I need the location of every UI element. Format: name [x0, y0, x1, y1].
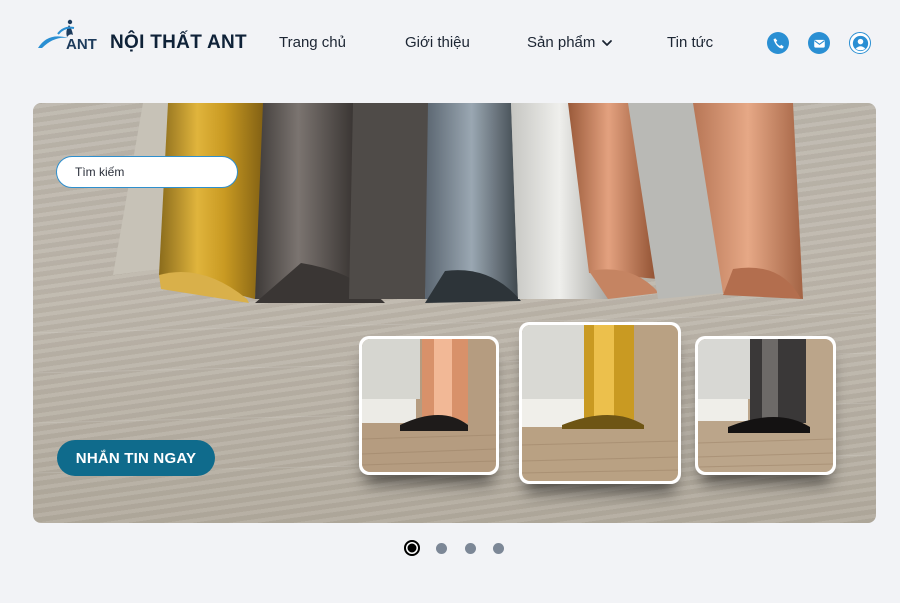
nav-products-label: Sản phẩm — [527, 34, 596, 51]
nav-about[interactable]: Giới thiệu — [405, 34, 470, 51]
carousel-indicators — [404, 540, 514, 556]
nav-home[interactable]: Trang chủ — [279, 34, 346, 51]
chevron-down-icon — [602, 39, 613, 46]
search-box — [56, 156, 238, 188]
black-profile-image — [698, 339, 833, 472]
product-thumbnail-gold[interactable] — [519, 322, 681, 484]
message-now-button[interactable]: NHẮN TIN NGAY — [57, 440, 215, 476]
mail-button[interactable] — [808, 32, 830, 54]
site-header: ANT NỘI THẤT ANT Trang chủ Giới thiệu Sả… — [0, 0, 900, 86]
logo[interactable]: ANT — [36, 18, 102, 54]
phone-button[interactable] — [767, 32, 789, 54]
carousel-dot-2[interactable] — [436, 542, 447, 554]
search-input[interactable] — [75, 165, 230, 179]
brand-name: NỘI THẤT ANT — [110, 32, 247, 53]
logo-icon: ANT — [38, 19, 97, 53]
nav-news[interactable]: Tin tức — [667, 34, 713, 51]
copper-profile-image — [362, 339, 496, 472]
product-thumbnail-copper[interactable] — [359, 336, 499, 475]
nav-products[interactable]: Sản phẩm — [527, 34, 613, 51]
account-button[interactable] — [849, 32, 871, 54]
user-icon — [852, 35, 868, 51]
svg-text:ANT: ANT — [66, 36, 97, 53]
mail-icon — [813, 39, 825, 48]
gold-profile-image — [522, 325, 678, 481]
carousel-dot-1[interactable] — [404, 540, 420, 556]
hero-banner: NHẮN TIN NGAY — [33, 103, 876, 523]
carousel-dot-4[interactable] — [493, 542, 504, 554]
carousel-dot-3[interactable] — [465, 542, 476, 554]
product-thumbnail-black[interactable] — [695, 336, 836, 475]
phone-icon — [772, 37, 784, 49]
